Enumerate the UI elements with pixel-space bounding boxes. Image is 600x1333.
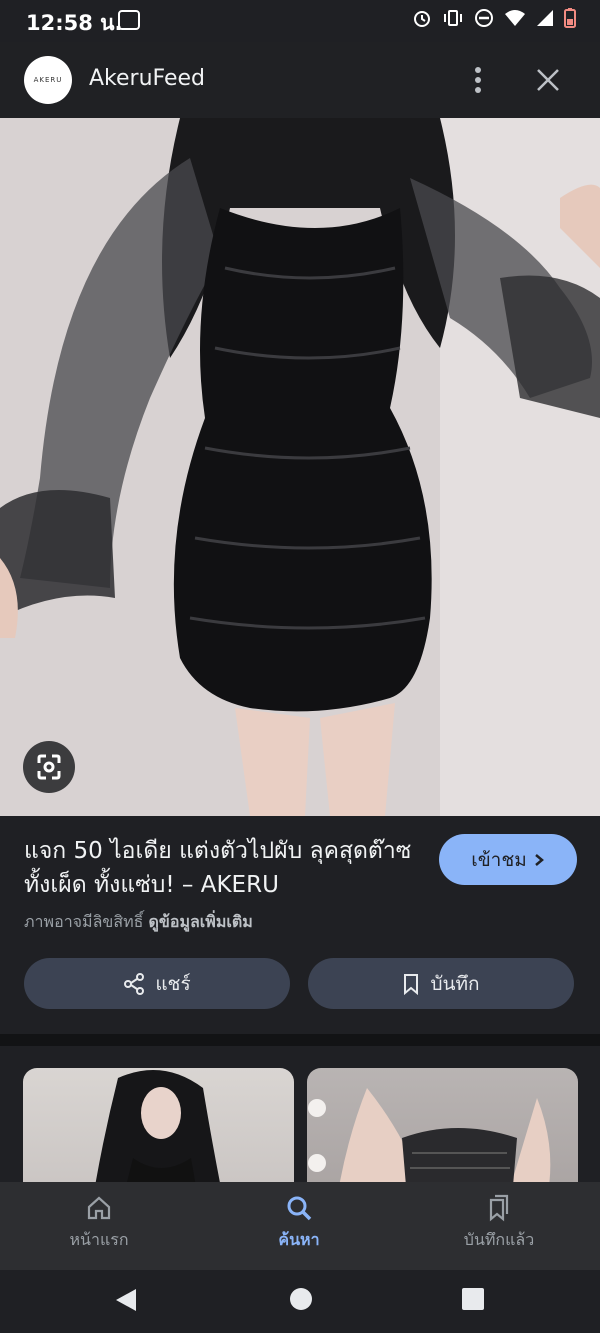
nav-home-label: หน้าแรก	[69, 1230, 129, 1249]
related-photo-2	[308, 1088, 551, 1182]
status-bar: 12:58 น.	[0, 0, 600, 42]
related-photo-1	[95, 1070, 220, 1182]
battery-icon	[564, 8, 576, 28]
share-icon	[124, 972, 145, 995]
status-icons	[412, 8, 576, 28]
nav-search-label: ค้นหา	[278, 1230, 320, 1249]
do-not-disturb-icon	[475, 9, 493, 27]
nav-saved-label: บันทึกแล้ว	[463, 1230, 535, 1249]
saved-icon	[489, 1194, 509, 1222]
signal-icon	[537, 10, 553, 26]
related-image-2[interactable]	[307, 1068, 578, 1182]
section-divider	[0, 1034, 600, 1046]
copyright-notice: ภาพอาจมีลิขสิทธิ์ ดูข้อมูลเพิ่มเติม	[24, 910, 253, 935]
result-image[interactable]	[0, 118, 600, 816]
close-icon[interactable]	[534, 66, 562, 94]
vibrate-icon	[444, 10, 462, 26]
more-info-link[interactable]: ดูข้อมูลเพิ่มเติม	[149, 912, 253, 931]
search-icon	[287, 1196, 312, 1221]
youtube-notification-icon	[118, 10, 140, 30]
logo-text: AKERU	[33, 76, 63, 84]
result-title[interactable]: แจก 50 ไอเดีย แต่งตัวไปผับ ลุคสุดต๊าซ ทั…	[24, 834, 424, 902]
visit-label: เข้าชม	[471, 848, 527, 871]
home-button-icon[interactable]	[289, 1287, 313, 1311]
copyright-text: ภาพอาจมีลิขสิทธิ์	[24, 912, 144, 931]
save-label: บันทึก	[430, 972, 480, 995]
related-images	[0, 1046, 600, 1182]
visit-button[interactable]: เข้าชม	[439, 834, 577, 885]
more-options-icon[interactable]	[466, 64, 490, 96]
nav-search[interactable]: ค้นหา	[219, 1194, 379, 1253]
nav-home[interactable]: หน้าแรก	[19, 1194, 179, 1253]
save-button[interactable]: บันทึก	[308, 958, 574, 1009]
app-bar: AKERU AkeruFeed	[0, 42, 600, 118]
nav-saved[interactable]: บันทึกแล้ว	[419, 1194, 579, 1253]
dress-photo	[0, 118, 600, 816]
recents-icon[interactable]	[462, 1288, 484, 1310]
site-logo[interactable]: AKERU	[24, 56, 72, 104]
result-info: แจก 50 ไอเดีย แต่งตัวไปผับ ลุคสุดต๊าซ ทั…	[0, 816, 600, 1034]
home-icon	[87, 1196, 111, 1220]
lens-search-button[interactable]	[23, 741, 75, 793]
back-icon[interactable]	[114, 1287, 138, 1313]
wifi-icon	[505, 10, 525, 26]
share-button[interactable]: แชร์	[24, 958, 290, 1009]
google-lens-icon	[37, 754, 61, 780]
source-title: AkeruFeed	[89, 66, 206, 91]
related-image-1[interactable]	[23, 1068, 294, 1182]
bookmark-icon	[404, 973, 419, 995]
system-navigation	[0, 1270, 600, 1333]
chevron-right-icon	[534, 853, 544, 866]
status-time: 12:58 น.	[26, 11, 123, 35]
share-label: แชร์	[155, 972, 191, 995]
alarm-icon	[414, 11, 430, 27]
bottom-navigation: หน้าแรก ค้นหา บันทึกแล้ว	[0, 1182, 600, 1270]
